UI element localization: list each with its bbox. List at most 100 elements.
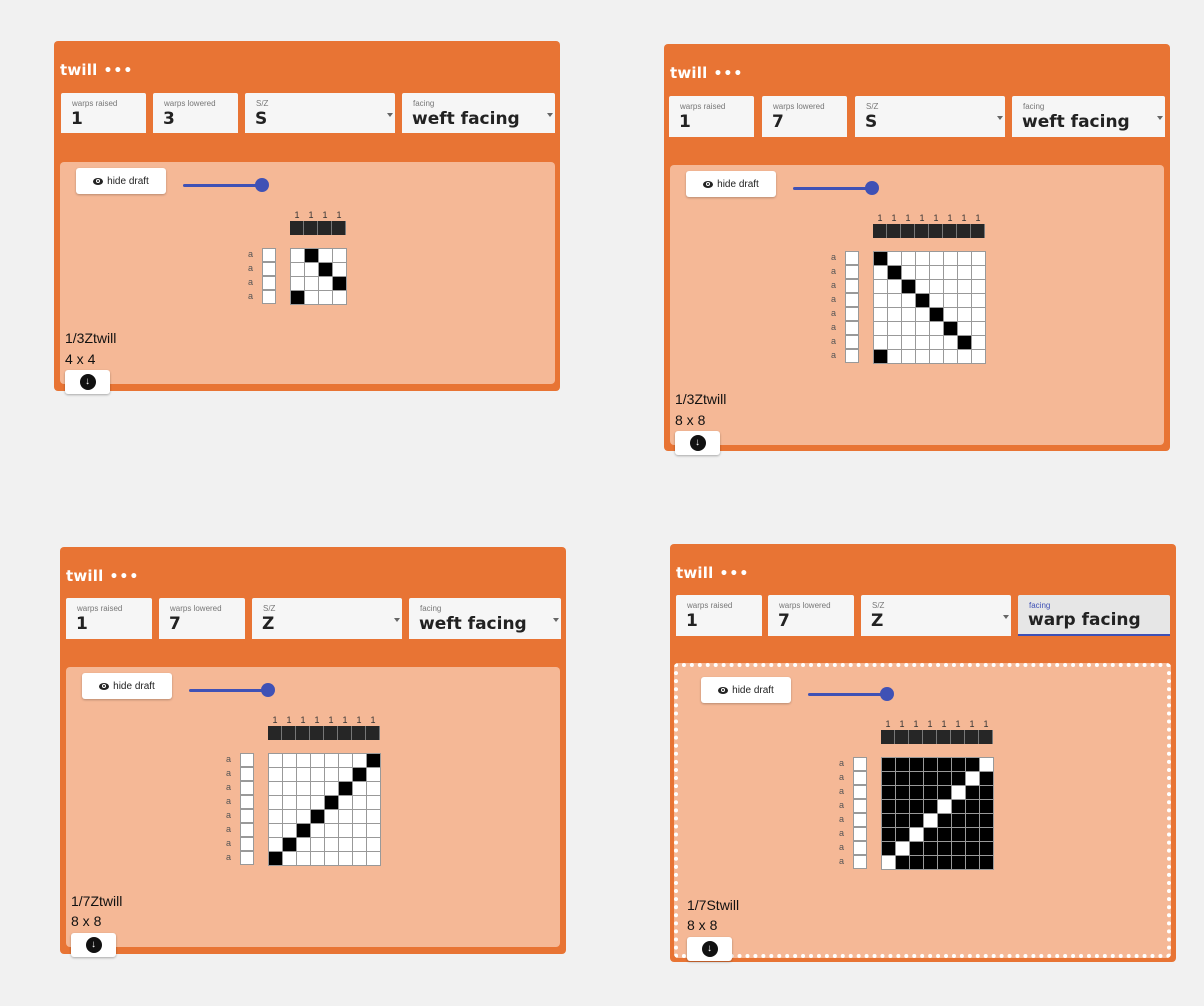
draft-cell[interactable] xyxy=(269,838,283,852)
warps-raised-field[interactable]: warps raised 1 xyxy=(676,595,762,636)
warps-lowered-field[interactable]: warps lowered 7 xyxy=(159,598,245,639)
draft-cell[interactable] xyxy=(874,350,888,364)
draft-cell[interactable] xyxy=(924,814,938,828)
draft-cell[interactable] xyxy=(902,336,916,350)
draft-cell[interactable] xyxy=(916,308,930,322)
draft-cell[interactable] xyxy=(896,772,910,786)
zoom-slider[interactable] xyxy=(183,184,263,187)
threading-cell[interactable] xyxy=(895,730,909,744)
treadling-cell[interactable] xyxy=(262,262,276,276)
slider-handle[interactable] xyxy=(865,181,879,195)
draft-cell[interactable] xyxy=(958,280,972,294)
draft-cell[interactable] xyxy=(888,280,902,294)
treadling-cell[interactable] xyxy=(845,293,859,307)
threading-cell[interactable] xyxy=(873,224,887,238)
draft-cell[interactable] xyxy=(910,758,924,772)
draft-cell[interactable] xyxy=(311,852,325,866)
draft-cell[interactable] xyxy=(325,782,339,796)
draft-cell[interactable] xyxy=(938,786,952,800)
draft-cell[interactable] xyxy=(958,252,972,266)
treadling-cell[interactable] xyxy=(240,753,254,767)
threading-cell[interactable] xyxy=(957,224,971,238)
treadling-cell[interactable] xyxy=(845,307,859,321)
draft-cell[interactable] xyxy=(269,782,283,796)
draft-cell[interactable] xyxy=(958,350,972,364)
warps-raised-field[interactable]: warps raised 1 xyxy=(61,93,146,133)
draft-cell[interactable] xyxy=(325,754,339,768)
threading-cell[interactable] xyxy=(352,726,366,740)
treadling-cell[interactable] xyxy=(845,349,859,363)
draft-cell[interactable] xyxy=(311,796,325,810)
threading-cell[interactable] xyxy=(923,730,937,744)
zoom-slider[interactable] xyxy=(189,689,269,692)
draft-cell[interactable] xyxy=(930,308,944,322)
draft-cell[interactable] xyxy=(353,796,367,810)
download-button[interactable]: ↓ xyxy=(675,431,720,455)
draft-cell[interactable] xyxy=(874,294,888,308)
draft-cell[interactable] xyxy=(333,249,347,263)
draft-cell[interactable] xyxy=(938,828,952,842)
draft-cell[interactable] xyxy=(958,266,972,280)
draft-cell[interactable] xyxy=(902,294,916,308)
treadling-cell[interactable] xyxy=(240,767,254,781)
draft-cell[interactable] xyxy=(319,277,333,291)
draft-cell[interactable] xyxy=(958,336,972,350)
draft-cell[interactable] xyxy=(353,768,367,782)
draft-cell[interactable] xyxy=(367,768,381,782)
draft-cell[interactable] xyxy=(874,336,888,350)
draft-cell[interactable] xyxy=(980,800,994,814)
draft-cell[interactable] xyxy=(980,758,994,772)
draft-cell[interactable] xyxy=(972,252,986,266)
draft-cell[interactable] xyxy=(930,350,944,364)
draft-cell[interactable] xyxy=(325,838,339,852)
draft-cell[interactable] xyxy=(910,856,924,870)
draft-cell[interactable] xyxy=(924,856,938,870)
sz-select[interactable]: S/Z Z xyxy=(252,598,402,639)
draft-cell[interactable] xyxy=(938,800,952,814)
warps-lowered-field[interactable]: warps lowered 7 xyxy=(762,96,847,137)
draft-cell[interactable] xyxy=(325,852,339,866)
draft-cell[interactable] xyxy=(966,856,980,870)
draft-cell[interactable] xyxy=(269,754,283,768)
draft-cell[interactable] xyxy=(297,754,311,768)
draft-cell[interactable] xyxy=(980,814,994,828)
more-options-icon[interactable]: ••• xyxy=(713,66,743,82)
draft-cell[interactable] xyxy=(930,336,944,350)
draft-cell[interactable] xyxy=(896,856,910,870)
draft-cell[interactable] xyxy=(874,280,888,294)
draft-cell[interactable] xyxy=(882,772,896,786)
draft-cell[interactable] xyxy=(930,252,944,266)
hide-draft-button[interactable]: hide draft xyxy=(76,168,166,194)
draft-cell[interactable] xyxy=(910,842,924,856)
draft-cell[interactable] xyxy=(333,277,347,291)
threading-cell[interactable] xyxy=(268,726,282,740)
threading-cell[interactable] xyxy=(282,726,296,740)
draft-cell[interactable] xyxy=(269,796,283,810)
draft-cell[interactable] xyxy=(283,838,297,852)
draft-cell[interactable] xyxy=(980,842,994,856)
draft-cell[interactable] xyxy=(367,782,381,796)
draft-cell[interactable] xyxy=(902,350,916,364)
draft-cell[interactable] xyxy=(916,294,930,308)
draft-cell[interactable] xyxy=(367,810,381,824)
draft-cell[interactable] xyxy=(944,280,958,294)
draft-cell[interactable] xyxy=(902,266,916,280)
threading-cell[interactable] xyxy=(881,730,895,744)
draft-cell[interactable] xyxy=(269,810,283,824)
draft-cell[interactable] xyxy=(269,824,283,838)
draft-cell[interactable] xyxy=(269,852,283,866)
treadling-cell[interactable] xyxy=(853,785,867,799)
draft-cell[interactable] xyxy=(944,322,958,336)
draft-cell[interactable] xyxy=(311,768,325,782)
treadling-cell[interactable] xyxy=(240,823,254,837)
draft-cell[interactable] xyxy=(952,758,966,772)
draft-cell[interactable] xyxy=(938,856,952,870)
download-button[interactable]: ↓ xyxy=(687,937,732,961)
threading-cell[interactable] xyxy=(332,221,346,235)
draft-cell[interactable] xyxy=(916,252,930,266)
draft-cell[interactable] xyxy=(339,796,353,810)
facing-select[interactable]: facing weft facing xyxy=(1012,96,1165,137)
treadling-cell[interactable] xyxy=(240,837,254,851)
draft-cell[interactable] xyxy=(882,758,896,772)
draft-cell[interactable] xyxy=(353,782,367,796)
